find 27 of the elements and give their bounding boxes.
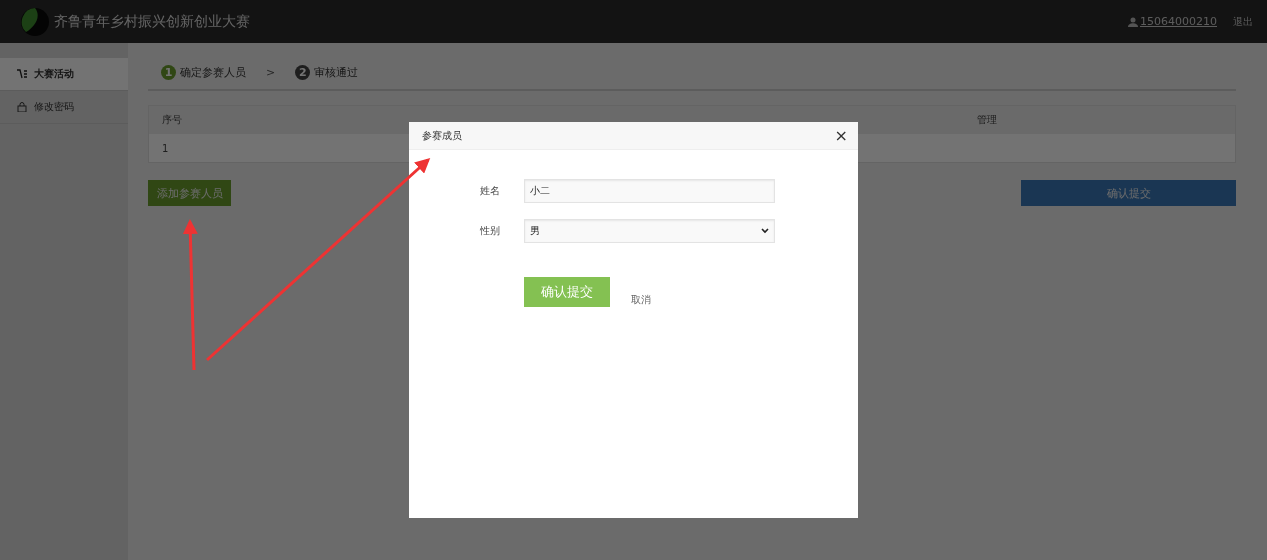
select-field[interactable]: 男 — [524, 219, 775, 243]
step-number: 2 — [295, 64, 311, 80]
add-member-button[interactable]: 添加参赛人员 — [148, 180, 231, 206]
sidebar-item[interactable]: 大赛活动 — [0, 58, 128, 91]
column-header: 序号 — [148, 105, 421, 134]
field-label: 姓名 — [480, 184, 501, 198]
site-title: 齐鲁青年乡村振兴创新创业大赛 — [54, 12, 250, 31]
lock-icon — [17, 102, 27, 112]
field-label: 性别 — [480, 224, 501, 238]
caret-icon — [761, 228, 769, 234]
sidebar-item[interactable]: 修改密码 — [0, 91, 128, 124]
dialog-title: 参赛成员 — [422, 128, 462, 143]
list-icon — [17, 69, 27, 79]
logo-icon — [20, 6, 50, 37]
step-number: 1 — [161, 64, 176, 80]
input-field[interactable]: 小二 — [524, 179, 775, 203]
submit-button[interactable]: 确认提交 — [524, 277, 610, 307]
step-label: 确定参赛人员 — [180, 64, 246, 80]
confirm-button[interactable]: 确认提交 — [1021, 180, 1236, 206]
close-button[interactable]: × — [834, 126, 848, 145]
step-label: 审核通过 — [314, 64, 359, 80]
cancel-link[interactable]: 取消 — [631, 293, 651, 307]
table-cell: 1 — [148, 134, 421, 163]
user-icon — [1128, 16, 1138, 27]
step-separator: > — [266, 65, 276, 79]
column-header: 管理 — [963, 105, 1236, 134]
user-link[interactable]: 15064000210 — [1140, 15, 1217, 28]
